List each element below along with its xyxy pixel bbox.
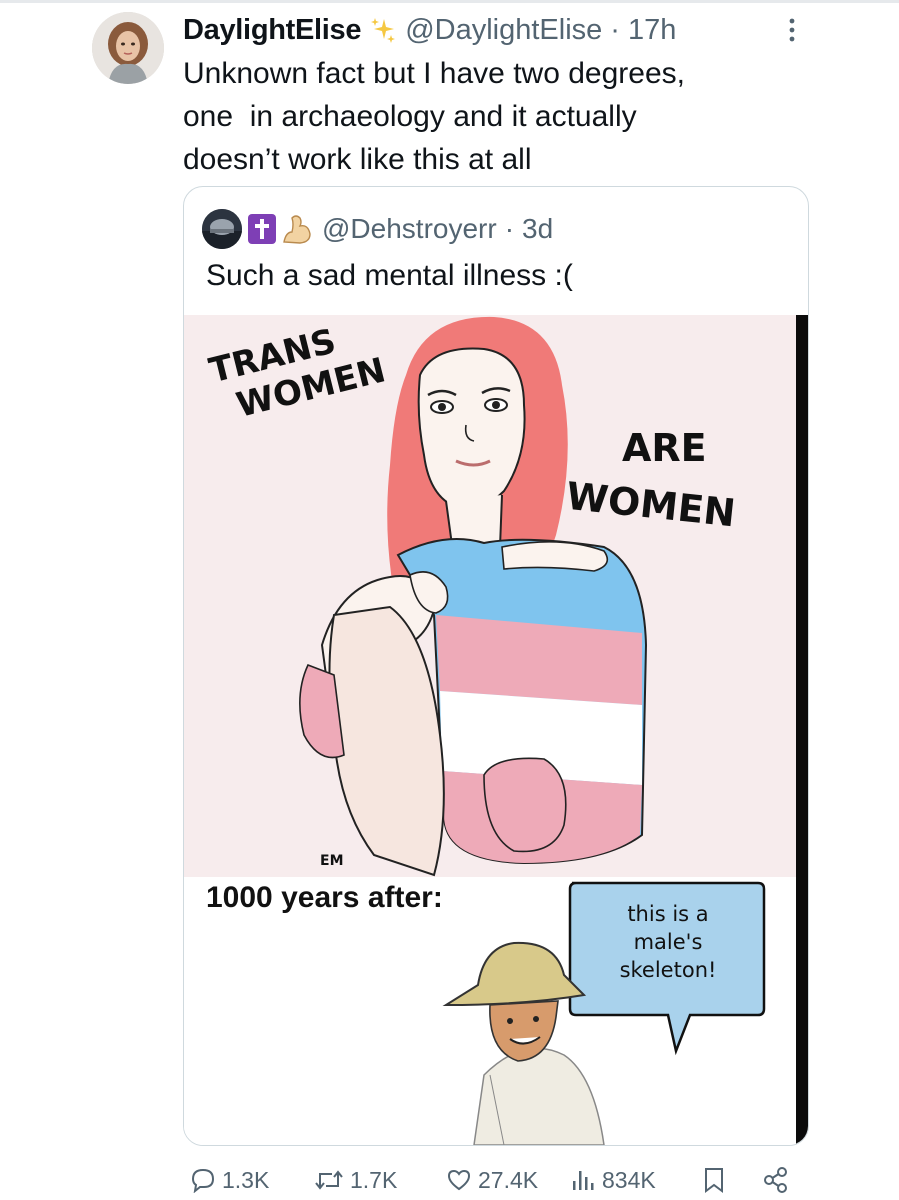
- tweet-text: Unknown fact but I have two degrees, one…: [183, 57, 685, 176]
- flexed-biceps-emoji: [280, 212, 314, 246]
- analytics-icon: [570, 1167, 596, 1193]
- tweet-header: DaylightElise @DaylightElise · 17h: [183, 8, 676, 52]
- latin-cross-emoji: [248, 214, 276, 244]
- meme-text-are: ARE: [622, 426, 707, 470]
- meme-image[interactable]: TRANS WOMEN ARE WOMEN EM 1000 years afte…: [184, 315, 808, 1145]
- speech-line-3: skeleton!: [620, 958, 717, 982]
- views-button[interactable]: 834K: [570, 1164, 656, 1196]
- display-name[interactable]: DaylightElise: [183, 14, 362, 47]
- quoted-tweet-text: Such a sad mental illness :(: [206, 259, 573, 292]
- reply-icon: [190, 1167, 216, 1193]
- quoted-timestamp[interactable]: 3d: [522, 213, 553, 245]
- repost-icon: [314, 1167, 344, 1193]
- sparkles-icon: [369, 16, 397, 44]
- quoted-author-handle[interactable]: @Dehstroyerr: [322, 213, 497, 245]
- share-button[interactable]: [762, 1164, 796, 1196]
- like-count: 27.4K: [478, 1166, 539, 1193]
- view-count: 834K: [602, 1166, 656, 1193]
- more-options-icon[interactable]: [772, 16, 812, 44]
- bookmark-icon: [702, 1166, 726, 1194]
- top-divider: [0, 0, 899, 3]
- speech-line-1: this is a: [627, 902, 708, 926]
- author-avatar[interactable]: [92, 12, 164, 84]
- meme-caption: 1000 years after:: [206, 881, 443, 914]
- repost-count: 1.7K: [350, 1166, 398, 1193]
- like-button[interactable]: 27.4K: [446, 1164, 538, 1196]
- reply-button[interactable]: 1.3K: [190, 1164, 269, 1196]
- repost-button[interactable]: 1.7K: [314, 1164, 397, 1196]
- quoted-tweet-card[interactable]: @Dehstroyerr · 3d Such a sad mental illn…: [183, 186, 809, 1146]
- quoted-separator-dot: ·: [504, 213, 515, 244]
- quoted-author-avatar[interactable]: [202, 209, 242, 249]
- heart-icon: [446, 1167, 472, 1193]
- meme-signature: EM: [320, 853, 344, 869]
- timestamp[interactable]: 17h: [628, 14, 676, 47]
- reply-count: 1.3K: [222, 1166, 270, 1193]
- share-icon: [762, 1166, 790, 1194]
- quoted-tweet-header: @Dehstroyerr · 3d: [202, 209, 553, 249]
- tweet-action-bar: 1.3K 1.7K 27.4K 834K: [0, 1160, 899, 1200]
- separator-dot: ·: [610, 13, 620, 46]
- author-handle[interactable]: @DaylightElise: [405, 14, 602, 47]
- bookmark-button[interactable]: [702, 1164, 732, 1196]
- speech-line-2: male's: [634, 930, 703, 954]
